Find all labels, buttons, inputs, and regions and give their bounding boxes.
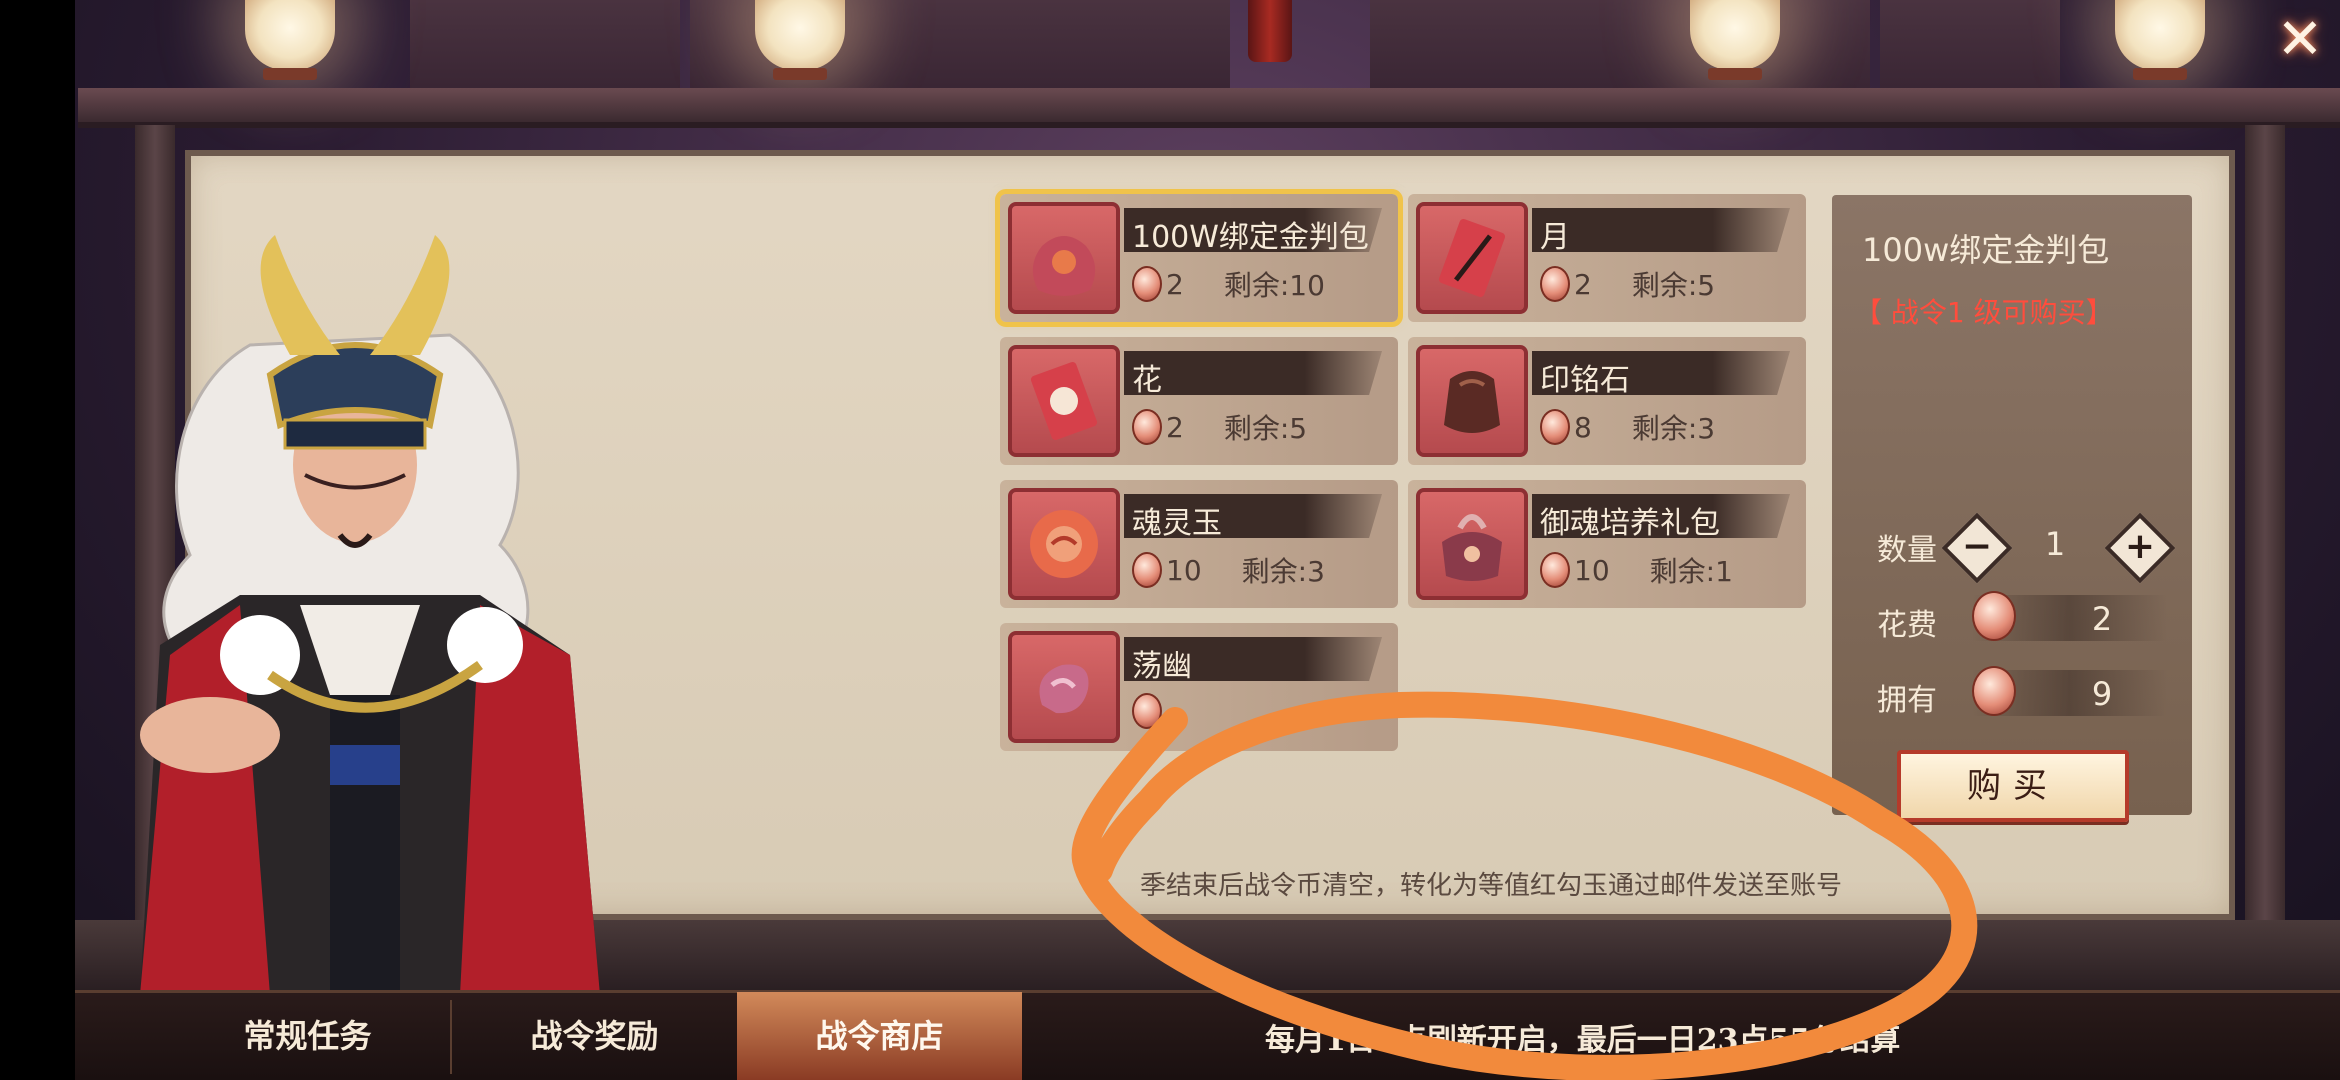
item-cost-row: 8 剩余:3	[1540, 407, 1715, 447]
stage-pillar	[2245, 125, 2285, 980]
item-cost-row: 2 剩余:5	[1540, 264, 1715, 304]
item-detail-panel: 100w绑定金判包 【 战令1 级可购买】 数量 − 1 + 花费 2 拥有 9	[1832, 195, 2192, 815]
lantern-icon	[245, 0, 335, 80]
increase-quantity-button[interactable]: +	[2104, 512, 2176, 584]
item-name: 月	[1540, 220, 1570, 255]
item-cost-row: 2 剩余:5	[1132, 407, 1307, 447]
red-lantern-icon	[1248, 0, 1292, 62]
spirit-cloud-icon	[1008, 631, 1120, 743]
red-magatama-coin-icon	[1132, 266, 1162, 302]
item-stock: 剩余:5	[1631, 269, 1716, 302]
plus-icon: +	[2124, 526, 2156, 567]
item-stock: 剩余:1	[1649, 555, 1733, 588]
item-name: 魂灵玉	[1132, 506, 1222, 541]
curtain-panel	[1370, 0, 1870, 90]
item-cost: 8	[1574, 410, 1592, 444]
item-cost: 2	[1574, 267, 1592, 301]
owned-value: 9	[2091, 675, 2113, 713]
shop-item[interactable]: 魂灵玉 10 剩余:3	[1000, 480, 1398, 608]
red-magatama-coin-icon	[1972, 591, 2016, 641]
game-screen: ✕ 100W绑定金判包 2 剩余:10 月 2 剩余:5 花 2 剩余:5 印铭…	[0, 0, 2340, 1080]
detail-title: 100w绑定金判包	[1862, 231, 2110, 269]
coin-bag-icon	[1008, 202, 1120, 314]
cost-value: 2	[2091, 600, 2113, 638]
item-stock: 剩余:10	[1223, 269, 1325, 302]
item-cost: 2	[1166, 267, 1184, 301]
shop-item[interactable]: 御魂培养礼包 10 剩余:1	[1408, 480, 1806, 608]
refresh-schedule-note: 每月1日6点刷新开启，最后一日23点55分结算	[1265, 1023, 1901, 1058]
character-portrait	[140, 235, 600, 995]
purchase-requirement: 【 战令1 级可购买】	[1854, 296, 2114, 329]
item-name: 花	[1132, 363, 1162, 398]
item-cost-row: 10 剩余:1	[1540, 550, 1733, 590]
stage-roof	[78, 88, 2340, 128]
shop-item[interactable]: 100W绑定金判包 2 剩余:10	[995, 189, 1403, 327]
shop-item[interactable]: 印铭石 8 剩余:3	[1408, 337, 1806, 465]
tab-pass-shop[interactable]: 战令商店	[737, 992, 1022, 1080]
season-end-note: 季结束后战令币清空，转化为等值红勾玉通过邮件发送至账号	[1140, 871, 1843, 901]
shop-item[interactable]: 月 2 剩余:5	[1408, 194, 1806, 322]
item-cost-row: 10 剩余:3	[1132, 550, 1325, 590]
lantern-icon	[2115, 0, 2205, 80]
item-cost-row: 2 剩余:10	[1132, 264, 1325, 304]
quantity-value[interactable]: 1	[2015, 525, 2095, 563]
red-magatama-coin-icon	[1132, 552, 1162, 588]
item-name-bar	[1124, 351, 1382, 395]
decrease-quantity-button[interactable]: −	[1941, 512, 2013, 584]
seal-stone-icon	[1416, 345, 1528, 457]
cost-label: 花费	[1877, 608, 1937, 643]
quantity-label: 数量	[1877, 533, 1937, 568]
item-stock: 剩余:3	[1241, 555, 1325, 588]
lantern-icon	[1690, 0, 1780, 80]
red-magatama-coin-icon	[1540, 409, 1570, 445]
item-name: 100W绑定金判包	[1132, 220, 1369, 255]
item-cost-row	[1132, 693, 1162, 733]
red-magatama-coin-icon	[1132, 409, 1162, 445]
item-name: 印铭石	[1540, 363, 1630, 398]
red-magatama-coin-icon	[1132, 693, 1162, 729]
curtain-panel	[410, 0, 680, 90]
item-cost: 2	[1166, 410, 1184, 444]
shop-item[interactable]: 花 2 剩余:5	[1000, 337, 1398, 465]
soul-jade-icon	[1008, 488, 1120, 600]
curtain-panel	[1880, 0, 2060, 90]
lantern-icon	[755, 0, 845, 80]
buy-button[interactable]: 购买	[1897, 750, 2129, 822]
red-magatama-coin-icon	[1540, 552, 1570, 588]
minus-icon: −	[1961, 526, 1993, 567]
item-stock: 剩余:3	[1631, 412, 1716, 445]
red-magatama-coin-icon	[1540, 266, 1570, 302]
item-cost: 10	[1574, 553, 1610, 587]
item-name-bar	[1532, 208, 1790, 252]
gift-pack-icon	[1416, 488, 1528, 600]
tab-regular-tasks[interactable]: 常规任务	[165, 992, 450, 1080]
item-stock: 剩余:5	[1223, 412, 1308, 445]
item-name: 御魂培养礼包	[1540, 506, 1720, 541]
moon-card-icon	[1416, 202, 1528, 314]
shop-item[interactable]: 荡幽	[1000, 623, 1398, 751]
item-name: 荡幽	[1132, 649, 1192, 684]
red-magatama-coin-icon	[1972, 666, 2016, 716]
flower-card-icon	[1008, 345, 1120, 457]
close-button[interactable]: ✕	[2270, 10, 2330, 70]
item-cost: 10	[1166, 553, 1202, 587]
tab-pass-rewards[interactable]: 战令奖励	[452, 992, 737, 1080]
owned-label: 拥有	[1877, 683, 1937, 718]
